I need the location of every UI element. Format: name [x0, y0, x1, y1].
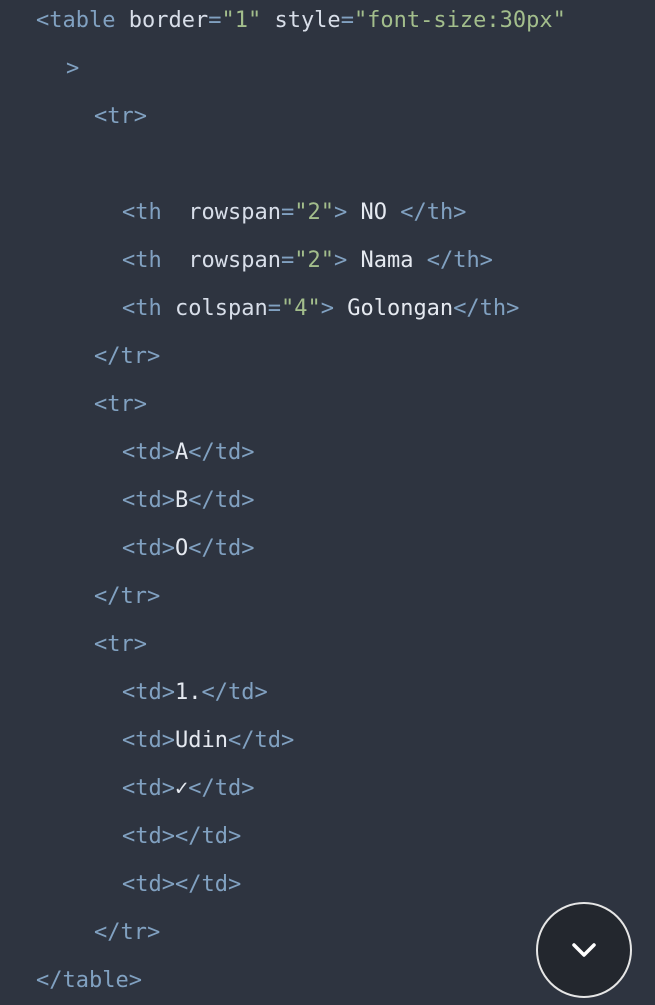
code-token-text: Golongan: [333, 296, 454, 321]
code-token-tag: </tr>: [94, 584, 161, 609]
code-token-tag: <th: [122, 296, 162, 321]
code-token-attr: colspan: [161, 296, 268, 321]
code-token-str: "2": [294, 200, 334, 225]
code-token-text: ✓: [174, 776, 189, 801]
code-token-tag: </th>: [426, 248, 493, 273]
code-token-tag: </td>: [188, 440, 255, 465]
code-token-tag: </tr>: [94, 344, 161, 369]
code-line: <td>✓</td>: [122, 772, 254, 806]
code-token-attr: style: [261, 8, 341, 33]
code-token-str: "2": [294, 248, 334, 273]
code-line: <td>O</td>: [122, 532, 254, 566]
code-token-tag: <td>: [122, 488, 175, 513]
code-token-tag: >: [333, 200, 348, 225]
code-token-text: NO: [347, 200, 401, 225]
code-token-text: O: [174, 536, 189, 561]
code-token-tag: </td>: [227, 728, 295, 753]
scroll-down-button[interactable]: [536, 902, 632, 998]
code-token-tag: <th: [122, 200, 162, 225]
code-token-tag: >: [333, 248, 348, 273]
code-token-tag: </tr>: [94, 920, 161, 945]
code-token-tag: <td>: [122, 680, 175, 705]
code-token-tag: </td>: [188, 776, 255, 801]
code-token-text: Nama: [347, 248, 427, 273]
code-token-eq: =: [267, 296, 281, 321]
code-token-tag: >: [66, 56, 80, 81]
code-block: <table border="1" style="font-size:30px"…: [0, 0, 655, 1005]
code-line: <tr>: [94, 628, 147, 662]
code-line: </tr>: [94, 340, 160, 374]
code-token-tag: <table: [36, 8, 116, 33]
code-token-eq: =: [280, 200, 295, 225]
code-token-text: B: [174, 488, 189, 513]
code-token-attr: rowspan: [161, 248, 281, 273]
code-token-attr: border: [115, 8, 209, 33]
code-token-tag: </td>: [188, 536, 255, 561]
code-token-tag: </td>: [188, 488, 255, 513]
code-token-eq: =: [280, 248, 295, 273]
code-token-tag: </th>: [400, 200, 467, 225]
code-token-tag: <tr>: [94, 104, 147, 129]
code-line: <td>Udin</td>: [122, 724, 294, 758]
code-line: <td></td>: [122, 820, 241, 854]
code-token-tag: <tr>: [94, 392, 147, 417]
code-token-tag: <td>: [122, 440, 175, 465]
code-token-eq: =: [340, 8, 354, 33]
code-token-str: "font-size:30px": [353, 8, 566, 33]
code-line: >: [66, 52, 79, 86]
code-token-tag: <td>: [122, 776, 175, 801]
code-line: </tr>: [94, 916, 160, 950]
code-line: <td>B</td>: [122, 484, 254, 518]
code-line: <th rowspan="2"> Nama </th>: [122, 244, 493, 278]
code-token-tag: </td>: [201, 680, 268, 705]
code-line: <th rowspan="2"> NO </th>: [122, 196, 466, 230]
code-token-eq: =: [208, 8, 222, 33]
code-line: <th colspan="4"> Golongan</th>: [122, 292, 519, 326]
code-token-text: 1.: [174, 680, 202, 705]
code-token-str: "1": [221, 8, 262, 33]
code-line: <td>A</td>: [122, 436, 254, 470]
code-line: <tr>: [94, 388, 147, 422]
code-line: <tr>: [94, 100, 147, 134]
code-token-attr: rowspan: [161, 200, 281, 225]
code-token-str: "4": [280, 296, 321, 321]
code-token-text: A: [174, 440, 189, 465]
code-token-tag: <td>: [122, 728, 175, 753]
code-token-tag: <td>: [122, 824, 175, 849]
code-token-tag: </th>: [453, 296, 520, 321]
code-token-tag: <td>: [122, 536, 175, 561]
code-line: <td></td>: [122, 868, 241, 902]
code-token-tag: <td>: [122, 872, 175, 897]
code-token-tag: <th: [122, 248, 162, 273]
code-line: </tr>: [94, 580, 160, 614]
code-line: </table>: [36, 964, 142, 998]
code-token-tag: </td>: [174, 824, 242, 849]
code-token-tag: >: [320, 296, 334, 321]
chevron-down-icon: [572, 943, 596, 957]
code-line: <td>1.</td>: [122, 676, 268, 710]
code-token-tag: <tr>: [94, 632, 147, 657]
code-token-tag: </td>: [174, 872, 242, 897]
code-token-tag: </table>: [36, 968, 142, 993]
code-line: <table border="1" style="font-size:30px": [36, 4, 566, 38]
code-token-text: Udin: [174, 728, 228, 753]
